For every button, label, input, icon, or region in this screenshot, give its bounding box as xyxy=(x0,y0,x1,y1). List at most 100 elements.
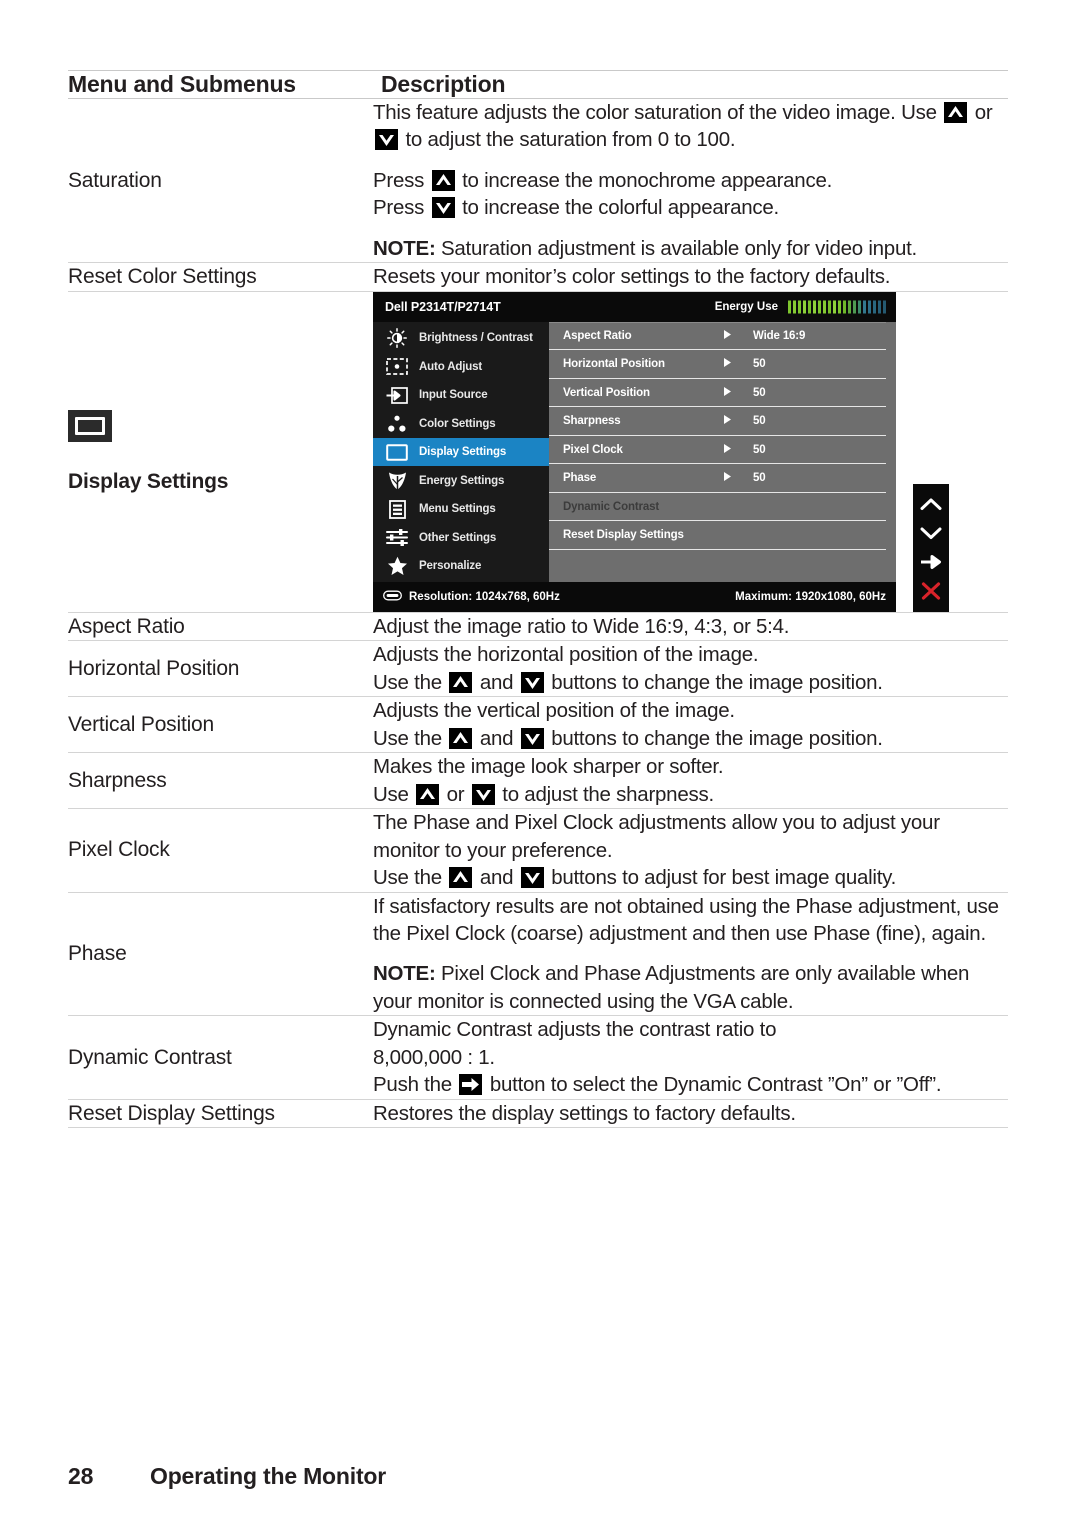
row-name-sharpness: Sharpness xyxy=(68,752,373,810)
osd-setting-row-horizontal-position[interactable]: Horizontal Position 50 xyxy=(549,350,886,379)
osd-setting-row-dynamic-contrast[interactable]: Dynamic Contrast xyxy=(549,493,886,522)
energy-bar xyxy=(797,300,801,314)
osd-setting-label: Reset Display Settings xyxy=(563,529,684,542)
osd-menu-item-personalize[interactable]: Personalize xyxy=(373,552,549,581)
osd-setting-row-aspect-ratio[interactable]: Aspect Ratio Wide 16:9 xyxy=(549,321,886,351)
energy-bar xyxy=(827,300,831,314)
monitor-icon xyxy=(68,409,112,442)
saturation-text-1d: to adjust the saturation from 0 to 100. xyxy=(405,128,736,152)
osd-setting-label: Phase xyxy=(563,472,597,485)
osd-setting-row-vertical-position[interactable]: Vertical Position 50 xyxy=(549,379,886,408)
energy-bar xyxy=(877,300,881,314)
close-x-icon[interactable] xyxy=(919,580,943,602)
osd-maximum-text: Maximum: 1920x1080, 60Hz xyxy=(735,590,886,603)
row-desc-pixel-clock: The Phase and Pixel Clock adjustments al… xyxy=(373,808,1008,893)
saturation-text-2b: to increase the monochrome appearance. xyxy=(462,168,833,192)
energy-bar xyxy=(837,300,841,314)
osd-setting-label: Aspect Ratio xyxy=(563,330,632,343)
saturation-note-text: Saturation adjustment is available only … xyxy=(440,236,917,260)
osd-menu-item-menu-settings[interactable]: Menu Settings xyxy=(373,495,549,524)
sharpness-line-2: Use or to adjust the sharpness. xyxy=(373,781,1008,808)
osd-model-name: Dell P2314T/P2714T xyxy=(385,299,501,314)
right-triangle-icon xyxy=(723,414,753,428)
table-row: Reset Color Settings Resets your monitor… xyxy=(68,262,1008,292)
right-arrow-icon[interactable] xyxy=(919,551,943,573)
energy-bar xyxy=(817,300,821,314)
osd-menu-item-label: Personalize xyxy=(419,560,482,573)
up-chevron-icon xyxy=(449,867,473,889)
osd-button-strip[interactable] xyxy=(913,483,949,612)
table-header-row: Menu and Submenus Description xyxy=(68,70,1008,99)
hpos-line-1: Adjusts the horizontal position of the i… xyxy=(373,643,759,667)
osd-menu-item-brightness-contrast[interactable]: Brightness / Contrast xyxy=(373,324,549,353)
manual-page: Menu and Submenus Description Saturation… xyxy=(0,0,1080,1532)
row-desc-phase: If satisfactory results are not obtained… xyxy=(373,891,1008,1017)
osd-menu-list: Brightness / Contrast Auto Adjust Input So… xyxy=(373,321,549,582)
osd-menu-item-input-source[interactable]: Input Source xyxy=(373,381,549,410)
osd-menu-item-color-settings[interactable]: Color Settings xyxy=(373,409,549,438)
saturation-text-2a: Press xyxy=(373,168,425,192)
osd-menu-item-auto-adjust[interactable]: Auto Adjust xyxy=(373,352,549,381)
energy-bar xyxy=(812,300,816,314)
osd-menu-item-label: Display Settings xyxy=(419,446,507,459)
input-source-icon xyxy=(384,385,410,405)
osd-menu-item-energy-settings[interactable]: Energy Settings xyxy=(373,466,549,495)
table-row: Saturation This feature adjusts the colo… xyxy=(68,97,1008,264)
right-triangle-icon xyxy=(723,329,753,343)
saturation-text-1b: Use xyxy=(901,101,937,124)
osd-setting-value: 50 xyxy=(753,386,766,399)
hpos-text-a: Use the xyxy=(373,670,442,694)
section-title: Operating the Monitor xyxy=(150,1463,387,1489)
osd-menu-item-label: Menu Settings xyxy=(419,503,496,516)
row-desc-vertical-position: Adjusts the vertical position of the ima… xyxy=(373,696,1008,754)
osd-setting-row-reset-display-settings[interactable]: Reset Display Settings xyxy=(549,521,886,550)
osd-menu-item-label: Color Settings xyxy=(419,417,496,430)
right-triangle-icon xyxy=(723,386,753,400)
osd-body: Brightness / Contrast Auto Adjust Input So… xyxy=(373,321,896,582)
energy-bar xyxy=(867,300,871,314)
osd-statusbar: Resolution: 1024x768, 60Hz Maximum: 1920… xyxy=(373,581,896,612)
down-chevron-icon xyxy=(520,671,544,693)
table-row: Phase If satisfactory results are not ob… xyxy=(68,891,1008,1017)
row-name-display-settings: Display Settings xyxy=(68,290,373,613)
menu-settings-icon xyxy=(384,499,410,519)
osd-setting-value: 50 xyxy=(753,415,766,428)
osd-titlebar: Dell P2314T/P2714T Energy Use xyxy=(373,291,896,322)
vpos-line-2: Use the and buttons to change the image … xyxy=(373,725,1008,752)
osd-menu-item-label: Auto Adjust xyxy=(419,360,483,373)
osd-setting-label: Horizontal Position xyxy=(563,358,665,371)
osd-setting-row-sharpness[interactable]: Sharpness 50 xyxy=(549,407,886,436)
page-footer: 28 Operating the Monitor xyxy=(68,1463,386,1490)
osd-screenshot: Dell P2314T/P2714T Energy Use Brightness… xyxy=(373,291,953,612)
saturation-para-1: This feature adjusts the color saturatio… xyxy=(373,99,1008,154)
dyncon-text-a: Push the xyxy=(373,1073,452,1097)
energy-bar xyxy=(842,300,846,314)
energy-bar xyxy=(847,300,851,314)
row-desc-reset-color-settings: Resets your monitor’s color settings to … xyxy=(373,262,1008,292)
energy-bar xyxy=(872,300,876,314)
down-chevron-icon xyxy=(375,129,398,151)
row-name-reset-display-settings: Reset Display Settings xyxy=(68,1098,373,1129)
header-menu-and-submenus: Menu and Submenus xyxy=(68,70,373,99)
row-name-aspect-ratio: Aspect Ratio xyxy=(68,611,373,642)
osd-setting-row-phase[interactable]: Phase 50 xyxy=(549,464,886,493)
dyncon-line-3: Push the button to select the Dynamic Co… xyxy=(373,1071,1008,1098)
right-triangle-icon xyxy=(723,443,753,457)
osd-menu-item-other-settings[interactable]: Other Settings xyxy=(373,523,549,552)
osd-menu-item-display-settings[interactable]: Display Settings xyxy=(373,437,549,467)
table-row: Dynamic Contrast Dynamic Contrast adjust… xyxy=(68,1015,1008,1100)
row-name-pixel-clock: Pixel Clock xyxy=(68,808,373,893)
table-row: Pixel Clock The Phase and Pixel Clock ad… xyxy=(68,808,1008,893)
right-triangle-icon xyxy=(723,471,753,485)
osd-setting-row-pixel-clock[interactable]: Pixel Clock 50 xyxy=(549,436,886,465)
saturation-para-2: Press to increase the monochrome appeara… xyxy=(373,167,1008,222)
table-row: Aspect Ratio Adjust the image ratio to W… xyxy=(68,611,1008,642)
osd-setting-row-empty xyxy=(549,550,886,579)
dyncon-line-1: Dynamic Contrast adjusts the contrast ra… xyxy=(373,1018,777,1042)
sharpness-text-a: Use xyxy=(373,782,409,806)
down-chevron-icon[interactable] xyxy=(919,522,943,544)
osd-menu-item-label: Input Source xyxy=(419,389,488,402)
pixelclock-line-2: Use the and buttons to adjust for best i… xyxy=(373,864,1008,891)
dyncon-text-b: button to select the Dynamic Contrast ”O… xyxy=(489,1073,942,1097)
up-chevron-icon[interactable] xyxy=(919,493,943,515)
